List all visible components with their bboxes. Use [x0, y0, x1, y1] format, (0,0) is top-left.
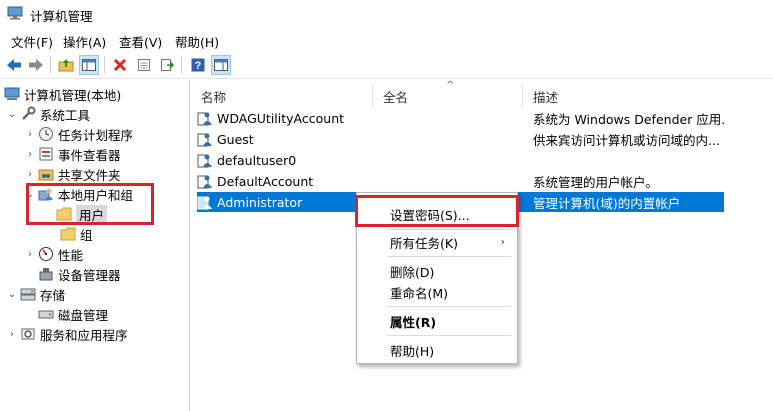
device-manager-icon: [38, 266, 54, 282]
menu-action[interactable]: 操作(A): [61, 32, 108, 51]
context-menu: 设置密码(S)... 所有任务(K) › 删除(D) 重命名(M) 属性(R) …: [356, 192, 518, 364]
tree-item-system-tools[interactable]: ⌄ 系统工具: [6, 104, 90, 124]
menu-item-help[interactable]: 帮助(H): [357, 339, 517, 361]
user-icon: [197, 194, 213, 210]
properties-icon[interactable]: [134, 55, 154, 75]
storage-icon: [20, 286, 36, 302]
tree-item-disk-management[interactable]: 磁盘管理: [38, 304, 108, 324]
help-icon[interactable]: ?: [188, 55, 208, 75]
user-icon: [197, 152, 213, 168]
forward-icon[interactable]: [26, 55, 46, 75]
table-row[interactable]: defaultuser0: [197, 150, 724, 170]
menu-separator: [387, 229, 511, 230]
menu-item-delete[interactable]: 删除(D): [357, 260, 517, 282]
menu-separator: [387, 306, 511, 307]
menu-bar: 文件(F) 操作(A) 查看(V) 帮助(H): [0, 30, 773, 52]
menu-file[interactable]: 文件(F): [9, 32, 55, 51]
tree-item-device-manager[interactable]: 设备管理器: [38, 264, 121, 284]
up-folder-icon[interactable]: [56, 55, 76, 75]
menu-item-all-tasks[interactable]: 所有任务(K) ›: [357, 231, 517, 253]
chevron-right-icon[interactable]: ›: [24, 148, 36, 160]
svg-text:?: ?: [195, 60, 202, 72]
shared-folder-icon: [38, 166, 54, 182]
tree-item-shared-folders[interactable]: › 共享文件夹: [24, 164, 121, 184]
menu-separator: [387, 256, 511, 257]
users-icon: [38, 186, 54, 202]
chevron-right-icon: ›: [500, 235, 505, 248]
table-row[interactable]: Guest 供来宾访问计算机或访问域的内...: [197, 129, 724, 149]
title-bar: 计算机管理: [0, 0, 773, 28]
computer-management-icon: [7, 6, 23, 20]
tree-item-groups[interactable]: 组: [60, 224, 93, 244]
tree-item-event-viewer[interactable]: › 事件查看器: [24, 144, 121, 164]
chevron-right-icon[interactable]: ›: [24, 168, 36, 180]
chevron-right-icon[interactable]: ›: [6, 328, 18, 340]
user-icon: [197, 110, 213, 126]
folder-icon: [56, 206, 72, 222]
chevron-down-icon[interactable]: ⌄: [24, 188, 36, 200]
chevron-right-icon[interactable]: ›: [24, 128, 36, 140]
menu-separator: [387, 335, 511, 336]
tree-item-users[interactable]: 用户: [56, 204, 108, 224]
chevron-right-icon[interactable]: ›: [24, 248, 36, 260]
delete-icon[interactable]: [110, 55, 130, 75]
clock-icon: [38, 126, 54, 142]
back-icon[interactable]: [4, 55, 24, 75]
window-title: 计算机管理: [30, 9, 93, 24]
console-tree: 计算机管理(本地) ⌄ 系统工具 › 任务计划程序 › 事件查看器 › 共享文件…: [0, 80, 190, 411]
menu-view[interactable]: 查看(V): [117, 32, 164, 51]
menu-item-rename[interactable]: 重命名(M): [357, 281, 517, 303]
action-pane-icon[interactable]: [211, 55, 231, 75]
toolbar: ?: [0, 53, 773, 79]
services-icon: [20, 326, 36, 342]
tree-item-task-scheduler[interactable]: › 任务计划程序: [24, 124, 133, 144]
folder-icon: [60, 226, 76, 242]
tools-icon: [20, 106, 36, 122]
disk-icon: [38, 306, 54, 322]
show-tree-icon[interactable]: [79, 55, 99, 75]
performance-icon: [38, 246, 54, 262]
menu-item-set-password[interactable]: 设置密码(S)...: [357, 203, 517, 225]
table-row[interactable]: DefaultAccount 系统管理的用户帐户。: [197, 171, 724, 191]
menu-item-properties[interactable]: 属性(R): [357, 310, 517, 332]
column-header-name[interactable]: 名称: [191, 84, 373, 108]
sort-arrow-icon: ^: [446, 80, 455, 91]
tree-root[interactable]: 计算机管理(本地): [4, 84, 121, 104]
event-viewer-icon: [38, 146, 54, 162]
user-icon: [197, 131, 213, 147]
export-icon[interactable]: [157, 55, 177, 75]
user-icon: [197, 173, 213, 189]
chevron-down-icon[interactable]: ⌄: [6, 108, 18, 120]
tree-item-storage[interactable]: ⌄ 存储: [6, 284, 65, 304]
tree-item-local-users-groups[interactable]: ⌄ 本地用户和组: [24, 184, 133, 204]
computer-management-icon: [4, 86, 20, 102]
chevron-down-icon[interactable]: ⌄: [6, 288, 18, 300]
table-row[interactable]: WDAGUtilityAccount 系统为 Windows Defender …: [197, 108, 726, 128]
tree-item-performance[interactable]: › 性能: [24, 244, 83, 264]
column-header-description[interactable]: 描述: [523, 84, 773, 108]
tree-root-label: 计算机管理(本地): [24, 87, 122, 103]
menu-help[interactable]: 帮助(H): [173, 32, 221, 51]
tree-item-services-apps[interactable]: › 服务和应用程序: [6, 324, 128, 344]
